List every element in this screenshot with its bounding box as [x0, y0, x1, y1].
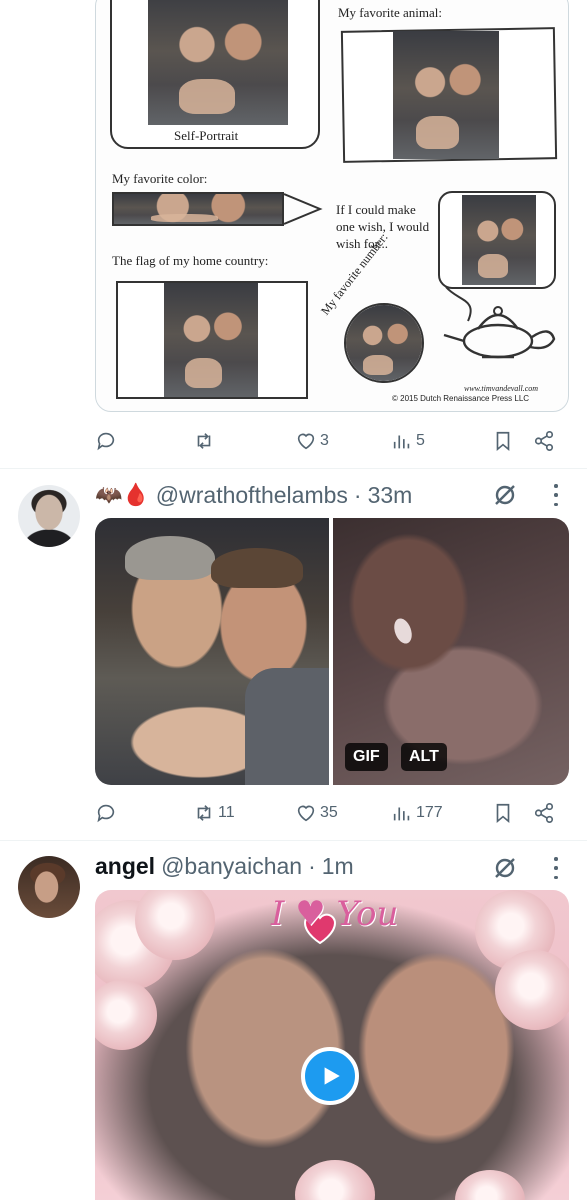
more-icon	[554, 484, 558, 488]
more-options-button[interactable]	[551, 857, 561, 879]
views-count: 5	[416, 432, 425, 449]
user-handle[interactable]: @banyaichan	[161, 853, 302, 880]
share-icon	[534, 431, 554, 451]
grok-button[interactable]	[492, 855, 518, 881]
tweet2-header: 🦇🩸 @wrathofthelambs · 33m	[95, 480, 412, 510]
rose-decoration	[295, 1160, 375, 1200]
gif-media[interactable]: GIF ALT	[333, 518, 569, 785]
rose-decoration	[95, 980, 157, 1050]
tweet2-media: GIF ALT	[95, 518, 569, 785]
share-button[interactable]	[533, 427, 555, 455]
favorite-animal-label: My favorite animal:	[338, 5, 442, 20]
bookmark-button[interactable]	[492, 427, 514, 455]
rose-decoration	[455, 1170, 525, 1200]
views-icon	[393, 435, 410, 449]
reply-icon	[97, 432, 115, 451]
separator-dot: ·	[308, 852, 316, 879]
crayon-tip	[284, 193, 323, 225]
alt-badge[interactable]: ALT	[401, 743, 447, 771]
copyright-credit: © 2015 Dutch Renaissance Press LLC	[392, 394, 530, 403]
selfie-photo[interactable]	[95, 518, 329, 785]
grok-icon	[495, 858, 515, 878]
bookmark-button[interactable]	[492, 799, 514, 827]
gif-badge: GIF	[345, 743, 388, 771]
bookmark-icon	[496, 431, 510, 452]
tweet3-header: angel @banyaichan · 1m	[95, 851, 354, 881]
tweet3-video[interactable]: I ♥ You	[95, 890, 569, 1200]
tweet1-action-bar: 3 5	[95, 427, 560, 455]
retweet-button[interactable]	[193, 427, 215, 455]
reply-button[interactable]	[95, 799, 117, 827]
flag-label: The flag of my home country:	[112, 253, 269, 268]
self-portrait-label: Self-Portrait	[174, 128, 239, 143]
like-button[interactable]: 35	[295, 799, 338, 827]
reply-icon	[97, 804, 115, 823]
retweet-count: 11	[218, 804, 235, 821]
grok-icon	[495, 485, 515, 505]
views-count: 177	[416, 804, 443, 821]
like-count: 35	[320, 804, 338, 821]
share-button[interactable]	[533, 799, 555, 827]
reply-button[interactable]	[95, 427, 117, 455]
favorite-color-label: My favorite color:	[112, 171, 208, 186]
favorite-number-photo	[346, 305, 422, 381]
tweet1-media-worksheet[interactable]: Self-Portrait My favorite animal: My fav…	[95, 0, 569, 412]
tweet2-action-bar: 11 35 177	[95, 799, 560, 827]
self-portrait-photo	[148, 0, 288, 125]
tweet-divider	[0, 468, 587, 469]
display-name[interactable]: angel	[95, 853, 155, 880]
retweet-icon	[197, 433, 211, 449]
play-button[interactable]	[301, 1047, 359, 1105]
tweet-timestamp[interactable]: 1m	[322, 853, 354, 880]
website-credit: www.timvandevall.com	[464, 384, 539, 393]
like-icon	[297, 805, 315, 822]
avatar-banyaichan[interactable]	[18, 856, 80, 918]
bookmark-icon	[496, 803, 510, 824]
avatar-wrathofthelambs[interactable]	[18, 485, 80, 547]
gif-detail	[391, 616, 415, 646]
separator-dot: ·	[353, 481, 362, 508]
rose-decoration	[495, 950, 569, 1030]
like-icon	[297, 433, 315, 450]
display-name[interactable]: 🦇🩸	[95, 482, 150, 508]
hair-shape	[211, 548, 303, 588]
grok-button[interactable]	[492, 482, 518, 508]
tweet-divider	[0, 840, 587, 841]
user-handle[interactable]: @wrathofthelambs	[156, 482, 348, 509]
favorite-number-circle	[344, 303, 424, 383]
share-icon	[534, 803, 554, 823]
hair-shape	[125, 536, 215, 580]
more-icon	[554, 857, 558, 861]
tweet-timestamp[interactable]: 33m	[368, 482, 413, 509]
wish-photo	[462, 195, 536, 285]
like-button[interactable]: 3	[295, 427, 329, 455]
love-overlay-text: I ♥ You	[271, 894, 399, 934]
more-options-button[interactable]	[551, 484, 561, 506]
views-icon	[393, 807, 410, 821]
favorite-color-crayon	[112, 192, 284, 226]
shirt-shape	[245, 668, 329, 785]
favorite-animal-photo	[393, 31, 499, 159]
genie-lamp-icon	[443, 286, 556, 359]
like-count: 3	[320, 432, 329, 449]
retweet-button[interactable]: 11	[193, 799, 235, 827]
rose-decoration	[135, 890, 215, 960]
retweet-icon	[197, 805, 211, 821]
views-button[interactable]: 5	[391, 427, 425, 455]
play-icon	[324, 1067, 340, 1085]
flag-photo	[164, 283, 258, 397]
views-button[interactable]: 177	[391, 799, 443, 827]
